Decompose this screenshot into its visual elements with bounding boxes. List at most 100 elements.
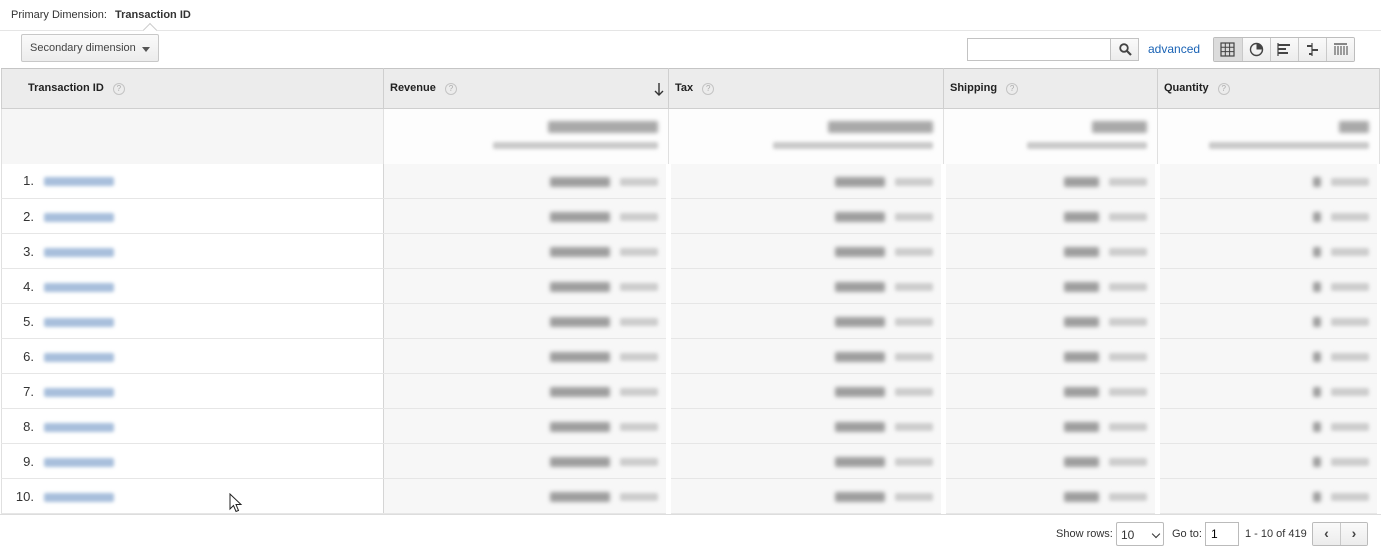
redacted-percent	[1109, 247, 1147, 256]
column-header-quantity[interactable]: Quantity ?	[1157, 68, 1380, 109]
redacted-percent	[1109, 282, 1147, 291]
row-number: 3.	[23, 243, 34, 259]
redacted-percent	[1331, 317, 1369, 326]
tax-cell	[668, 268, 946, 304]
tax-cell	[668, 443, 946, 479]
redacted-percent	[620, 212, 658, 221]
redacted-value	[1313, 491, 1321, 502]
redacted-value	[1092, 121, 1147, 133]
transaction-id-link[interactable]	[44, 177, 114, 187]
quantity-cell	[1157, 373, 1381, 409]
primary-dimension-value[interactable]: Transaction ID	[115, 9, 191, 21]
redacted-value	[1313, 386, 1321, 397]
transaction-id-link[interactable]	[44, 247, 114, 257]
previous-page-button[interactable]: ‹	[1313, 523, 1340, 545]
secondary-dimension-dropdown[interactable]: Secondary dimension	[21, 34, 159, 62]
show-rows-label: Show rows:	[1056, 528, 1113, 540]
mouse-cursor-icon	[229, 493, 243, 513]
secondary-dimension-label: Secondary dimension	[30, 42, 136, 54]
performance-view-icon	[1277, 43, 1290, 56]
quantity-cell	[1157, 478, 1381, 514]
show-rows-select[interactable]: 10	[1116, 522, 1164, 546]
tax-cell	[668, 163, 946, 199]
help-icon[interactable]: ?	[444, 82, 457, 95]
redacted-percent	[620, 247, 658, 256]
table-header-row: Transaction ID ? Revenue ? Tax ? Shippin…	[1, 68, 1380, 109]
transaction-id-link[interactable]	[44, 422, 114, 432]
redacted-percent	[1331, 457, 1369, 466]
redacted-value	[835, 211, 885, 222]
shipping-cell	[943, 268, 1160, 304]
table-search-input[interactable]	[967, 38, 1111, 61]
help-icon[interactable]: ?	[702, 82, 715, 95]
quantity-cell	[1157, 338, 1381, 374]
transaction-id-link[interactable]	[44, 282, 114, 292]
revenue-cell	[383, 268, 671, 304]
transaction-id-link[interactable]	[44, 387, 114, 397]
redacted-value	[550, 456, 610, 467]
transaction-id-link[interactable]	[44, 492, 114, 502]
redacted-percent	[895, 212, 933, 221]
column-header-revenue[interactable]: Revenue ?	[383, 68, 669, 109]
redacted-subtext	[1209, 142, 1369, 149]
redacted-value	[550, 246, 610, 257]
redacted-percent	[620, 282, 658, 291]
pivot-view-button[interactable]	[1326, 38, 1354, 61]
performance-view-button[interactable]	[1270, 38, 1298, 61]
transaction-id-link[interactable]	[44, 317, 114, 327]
column-label: Quantity	[1164, 82, 1209, 95]
redacted-subtext	[773, 142, 933, 149]
advanced-filter-link[interactable]: advanced	[1148, 42, 1200, 56]
redacted-percent	[895, 247, 933, 256]
redacted-value	[548, 121, 658, 133]
dropdown-arrow-icon	[142, 47, 150, 52]
help-icon[interactable]: ?	[1006, 82, 1019, 95]
next-page-button[interactable]: ›	[1340, 523, 1367, 545]
redacted-percent	[895, 177, 933, 186]
shipping-cell	[943, 408, 1160, 444]
help-icon[interactable]: ?	[112, 82, 125, 95]
redacted-value	[1064, 456, 1099, 467]
pie-view-button[interactable]	[1242, 38, 1270, 61]
redacted-value	[1313, 421, 1321, 432]
row-number: 6.	[23, 348, 34, 364]
quantity-cell	[1157, 163, 1381, 199]
table-row: 5.	[1, 303, 1381, 339]
transaction-id-link[interactable]	[44, 352, 114, 362]
table-view-button[interactable]	[1214, 38, 1242, 61]
redacted-percent	[1331, 282, 1369, 291]
redacted-percent	[1331, 492, 1369, 501]
tax-cell	[668, 373, 946, 409]
redacted-percent	[1109, 212, 1147, 221]
redacted-percent	[1109, 422, 1147, 431]
goto-page-input[interactable]	[1205, 522, 1239, 546]
transaction-id-cell: 2.	[1, 198, 384, 234]
column-header-tax[interactable]: Tax ?	[668, 68, 944, 109]
comparison-view-button[interactable]	[1298, 38, 1326, 61]
row-number: 10.	[15, 488, 34, 504]
redacted-value	[835, 246, 885, 257]
transaction-id-link[interactable]	[44, 457, 114, 467]
table-row: 9.	[1, 443, 1381, 479]
column-header-shipping[interactable]: Shipping ?	[943, 68, 1158, 109]
redacted-value	[1313, 176, 1321, 187]
transaction-id-link[interactable]	[44, 212, 114, 222]
tax-cell	[668, 408, 946, 444]
redacted-value	[1313, 456, 1321, 467]
redacted-percent	[1109, 457, 1147, 466]
shipping-cell	[943, 198, 1160, 234]
search-button[interactable]	[1110, 38, 1139, 61]
redacted-percent	[1331, 247, 1369, 256]
redacted-percent	[1331, 177, 1369, 186]
table-footer: Show rows: 10 Go to: 1 - 10 of 419 ‹ ›	[0, 514, 1381, 548]
redacted-value	[835, 176, 885, 187]
revenue-cell	[383, 163, 671, 199]
redacted-percent	[1109, 317, 1147, 326]
shipping-cell	[943, 338, 1160, 374]
redacted-percent	[1331, 387, 1369, 396]
table-row: 7.	[1, 373, 1381, 409]
help-icon[interactable]: ?	[1217, 82, 1230, 95]
show-rows-value: 10	[1121, 528, 1135, 542]
column-header-transaction-id[interactable]: Transaction ID ?	[1, 68, 384, 109]
redacted-value	[550, 281, 610, 292]
